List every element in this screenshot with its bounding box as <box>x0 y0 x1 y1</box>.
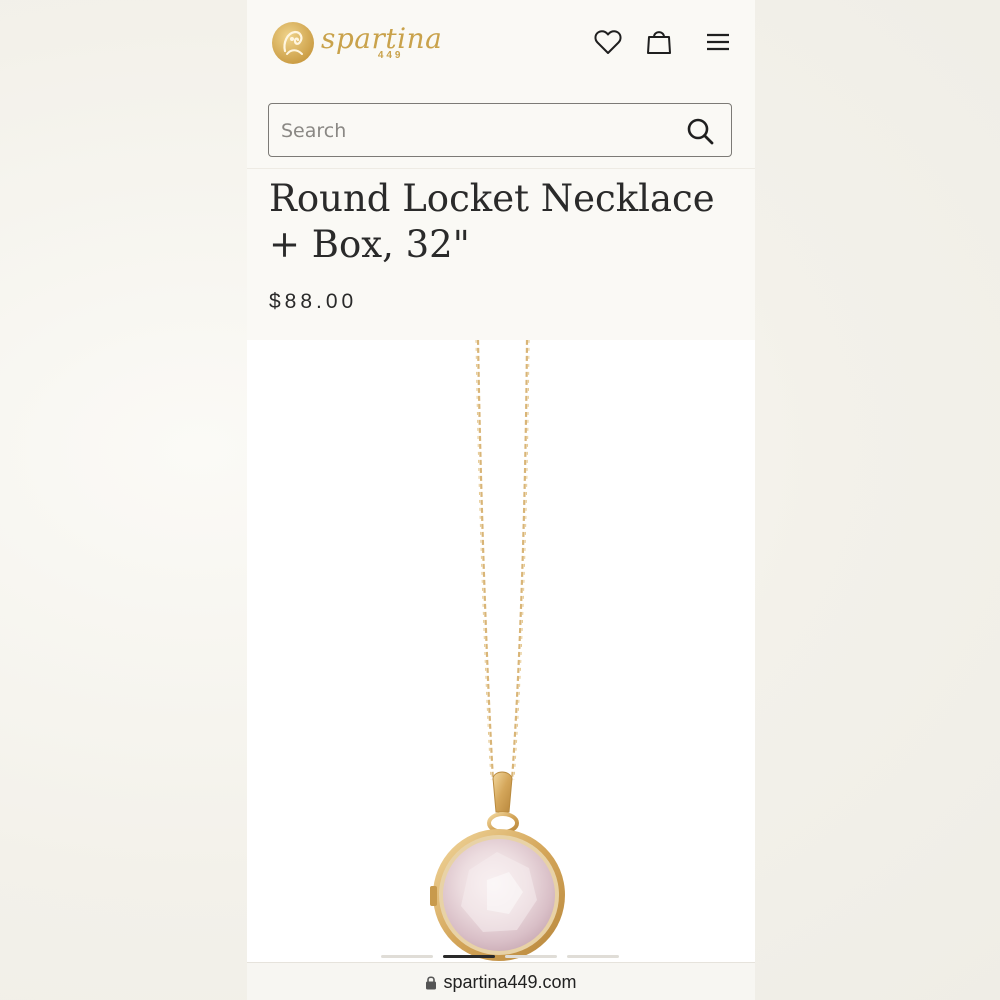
hamburger-menu-icon <box>707 33 729 51</box>
carousel-indicators <box>247 953 755 959</box>
phone-screen: spartina 449 Search Round Locket Necklac… <box>247 0 755 1000</box>
carousel-dot-active[interactable] <box>443 955 495 958</box>
shopping-bag-icon <box>647 31 671 54</box>
logo-wordmark: spartina 449 <box>321 25 442 61</box>
carousel-dot[interactable] <box>567 955 619 958</box>
product-price: $88.00 <box>269 290 358 313</box>
cart-button[interactable] <box>643 26 675 58</box>
product-image[interactable] <box>247 339 755 962</box>
wishlist-button[interactable] <box>592 26 624 58</box>
spartina-logo[interactable]: spartina 449 <box>271 20 442 66</box>
lock-icon <box>426 975 437 989</box>
carousel-dot[interactable] <box>505 955 557 958</box>
site-header: spartina 449 <box>247 0 755 169</box>
search-button[interactable] <box>685 116 715 146</box>
logo-name: spartina <box>321 22 443 55</box>
search-icon <box>687 118 714 145</box>
locket-necklace-image <box>430 339 565 961</box>
search-input[interactable] <box>279 112 673 150</box>
mermaid-logo-icon <box>272 22 314 64</box>
url-text: spartina449.com <box>443 971 577 992</box>
browser-url-bar[interactable]: spartina449.com <box>247 962 755 1000</box>
heart-icon <box>594 30 622 54</box>
product-title: Round Locket Necklace + Box, 32" <box>269 177 715 266</box>
menu-button[interactable] <box>702 26 734 58</box>
logo-number: 449 <box>377 50 404 61</box>
search-bar <box>268 103 732 157</box>
carousel-dot[interactable] <box>381 955 433 958</box>
